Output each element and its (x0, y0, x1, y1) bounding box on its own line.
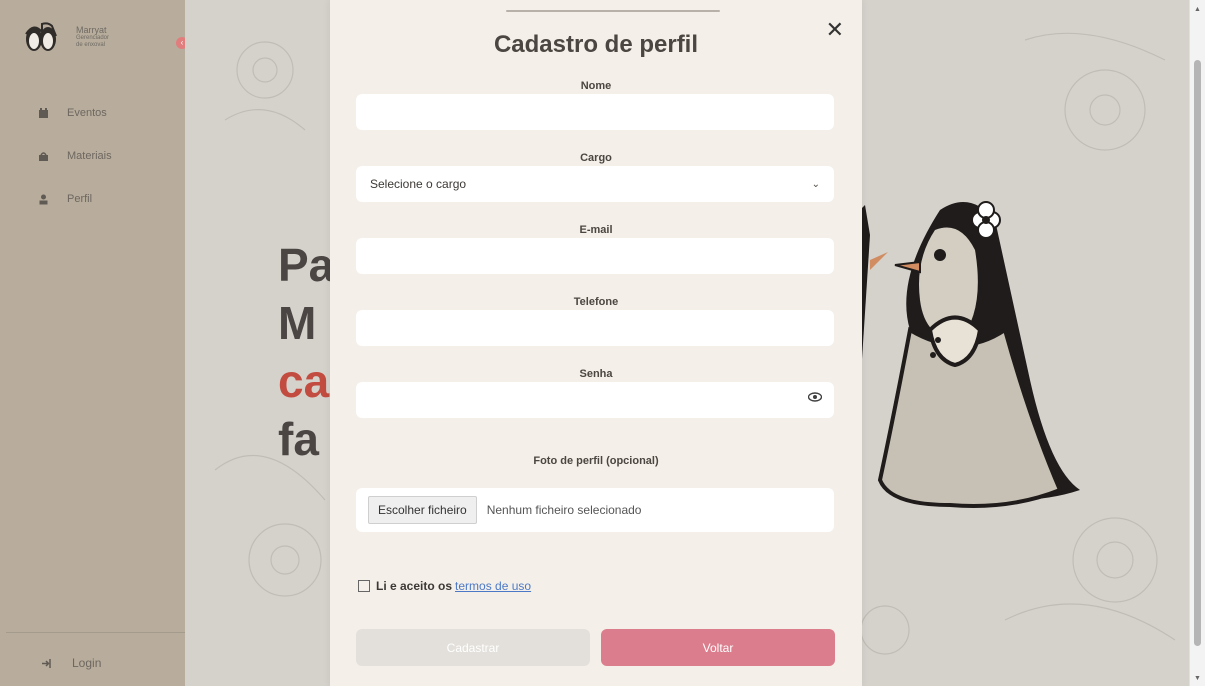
page-scrollbar[interactable]: ▲ ▼ (1189, 0, 1205, 686)
telefone-label: Telefone (573, 296, 619, 308)
back-button[interactable]: Voltar (601, 629, 835, 666)
hero-heading: Pa M ca fa (278, 236, 334, 468)
chevron-down-icon: ⌄ (811, 178, 820, 190)
brand-text: Marryat Gerenciador de enxoval (76, 24, 110, 48)
email-input[interactable] (356, 238, 834, 274)
login-button[interactable]: Login (41, 656, 101, 670)
modal-title: Cadastro de perfil (493, 31, 699, 58)
nome-label: Nome (580, 80, 612, 92)
hero-line-1: Pa (278, 239, 335, 291)
user-icon (39, 194, 48, 204)
scroll-down-icon[interactable]: ▼ (1194, 675, 1201, 682)
sidebar-item-perfil[interactable]: Perfil (38, 193, 92, 205)
sidebar: Marryat Gerenciador de enxoval ‹ Eventos… (0, 0, 188, 686)
submit-button[interactable]: Cadastrar (356, 629, 590, 666)
sidebar-item-label: Materiais (67, 150, 112, 162)
penguin-couple-illustration-icon (850, 201, 1080, 508)
terms-checkbox[interactable] (358, 580, 370, 592)
hero-line-4: fa (278, 413, 319, 465)
cargo-label: Cargo (580, 152, 612, 164)
photo-upload-field[interactable]: Escolher ficheiro Nenhum ficheiro seleci… (356, 488, 834, 532)
penguin-logo-icon (25, 22, 57, 51)
eye-icon[interactable] (808, 392, 822, 402)
calendar-icon (39, 107, 48, 118)
brand-subtitle-1: Gerenciador (76, 35, 110, 42)
senha-input[interactable] (356, 382, 834, 418)
cargo-select[interactable]: Selecione o cargo ⌄ (356, 166, 834, 202)
terms-link[interactable]: termos de uso (455, 579, 531, 593)
modal-handle (506, 10, 720, 12)
brand[interactable]: Marryat Gerenciador de enxoval (24, 22, 109, 52)
brand-subtitle-2: de enxoval (76, 41, 106, 48)
file-status: Nenhum ficheiro selecionado (486, 503, 642, 517)
nome-input[interactable] (356, 94, 834, 130)
email-label: E-mail (579, 224, 613, 236)
scroll-thumb[interactable] (1194, 60, 1201, 646)
choose-file-button[interactable]: Escolher ficheiro (368, 496, 477, 524)
foto-label: Foto de perfil (opcional) (533, 455, 659, 467)
hero-line-2: M (278, 297, 317, 349)
senha-label: Senha (579, 368, 613, 380)
sidebar-divider (6, 632, 185, 633)
telefone-input[interactable] (356, 310, 834, 346)
bag-icon (39, 151, 48, 161)
scroll-up-icon[interactable]: ▲ (1194, 6, 1201, 13)
terms-checkbox-row[interactable]: Li e aceito os termos de uso (358, 579, 531, 593)
terms-text: Li e aceito os (376, 579, 453, 593)
cargo-selected-value: Selecione o cargo (370, 177, 467, 191)
sidebar-item-label: Perfil (67, 193, 93, 205)
hero-line-3: ca (278, 355, 330, 407)
sidebar-item-eventos[interactable]: Eventos (38, 107, 107, 119)
login-icon (42, 658, 51, 668)
login-label: Login (72, 656, 102, 670)
brand-name: Marryat (76, 24, 107, 35)
sidebar-item-materiais[interactable]: Materiais (38, 150, 112, 162)
sidebar-item-label: Eventos (67, 107, 107, 119)
profile-registration-modal: ✕ Cadastro de perfil Nome Cargo Selecion… (330, 0, 862, 686)
